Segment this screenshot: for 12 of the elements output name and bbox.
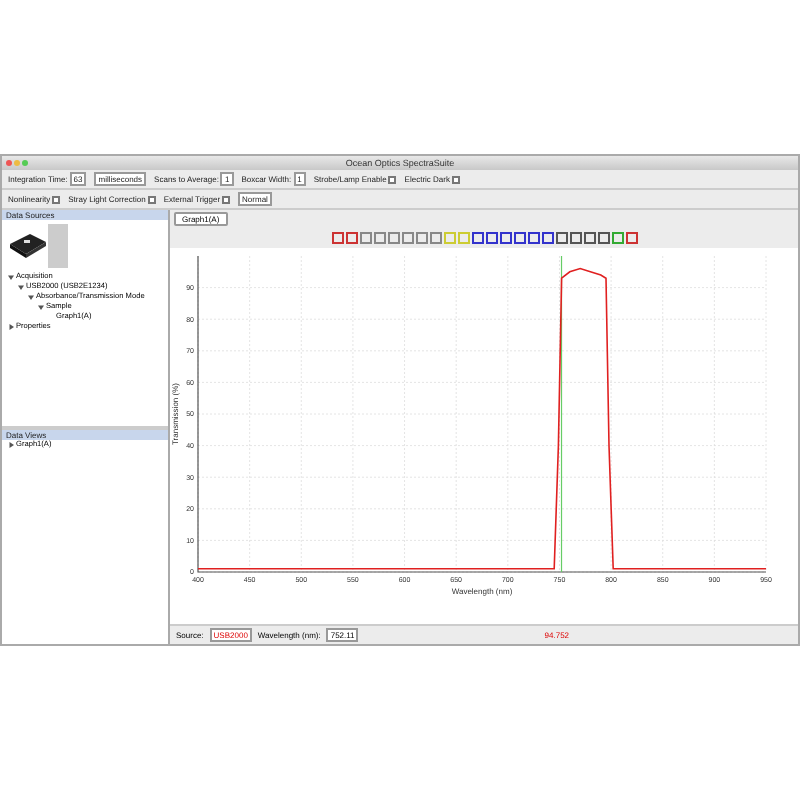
expander-icon[interactable] xyxy=(18,284,24,290)
checkbox[interactable] xyxy=(451,175,460,183)
spectrometer-drawing xyxy=(8,232,48,260)
checkbox[interactable] xyxy=(52,195,61,203)
expander-icon[interactable] xyxy=(8,324,14,330)
checkbox[interactable] xyxy=(147,195,156,203)
device-thumbnail xyxy=(48,224,68,268)
checkbox[interactable] xyxy=(222,195,231,203)
checkbox[interactable] xyxy=(388,175,397,183)
expander-icon[interactable] xyxy=(28,294,34,300)
expander-icon[interactable] xyxy=(38,304,44,310)
expander-icon[interactable] xyxy=(8,274,14,280)
